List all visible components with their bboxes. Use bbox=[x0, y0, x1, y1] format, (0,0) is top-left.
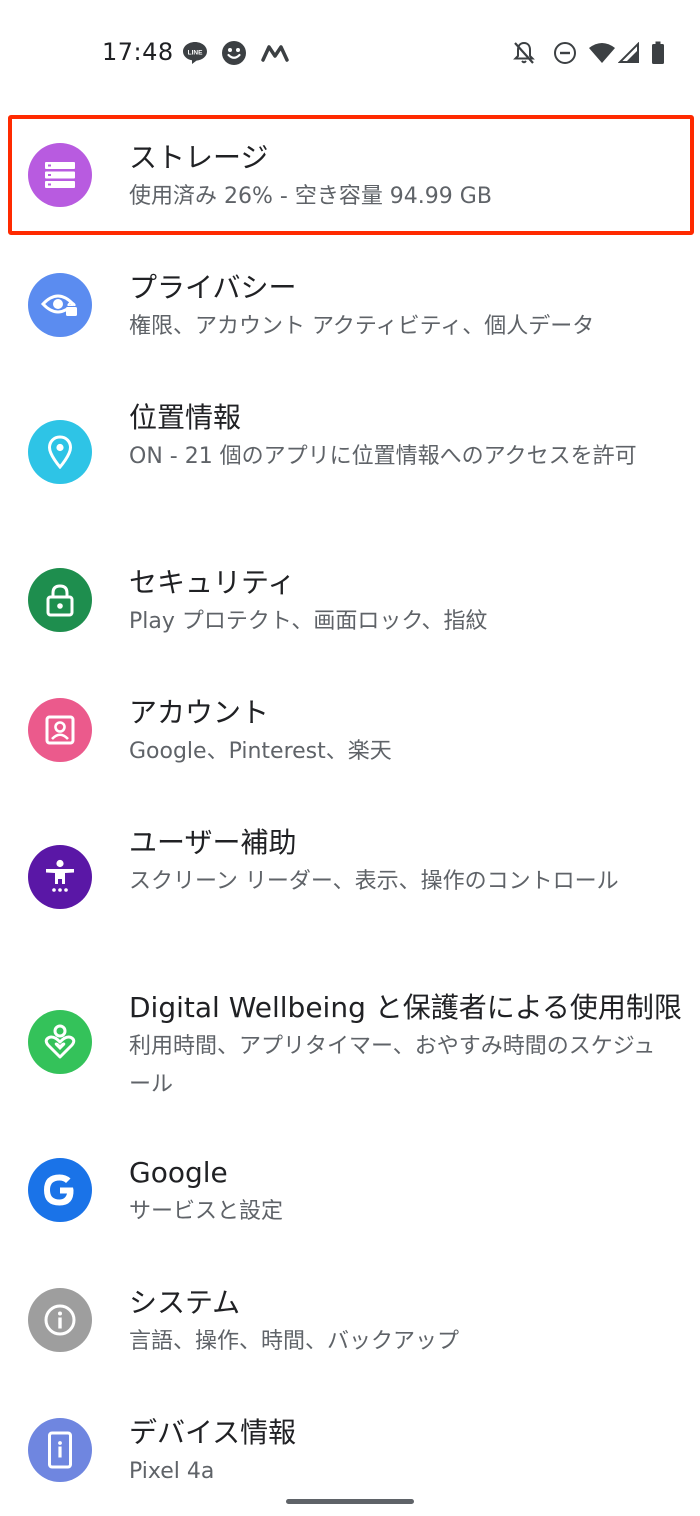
settings-item-text: セキュリティ Play プロテクト、画面ロック、指紋 bbox=[129, 565, 674, 641]
settings-item-subtitle: ON - 21 個のアプリに位置情報へのアクセスを許可 bbox=[129, 444, 637, 469]
lock-icon bbox=[28, 568, 92, 632]
settings-item-title: Google bbox=[129, 1156, 228, 1189]
m-app-icon bbox=[260, 38, 290, 68]
info-icon bbox=[28, 1288, 92, 1352]
settings-item-text: アカウント Google、Pinterest、楽天 bbox=[129, 695, 674, 771]
settings-item-text: システム 言語、操作、時間、バックアップ bbox=[129, 1285, 674, 1361]
settings-item-subtitle: Pixel 4a bbox=[129, 1459, 215, 1484]
settings-item-title: Digital Wellbeing と保護者による使用制限 bbox=[129, 991, 682, 1024]
storage-icon bbox=[28, 143, 92, 207]
settings-item-privacy[interactable]: プライバシー 権限、アカウント アクティビティ、個人データ bbox=[0, 260, 700, 356]
smiley-icon bbox=[219, 38, 249, 68]
settings-item-title: 位置情報 bbox=[129, 401, 242, 434]
settings-item-subtitle: Play プロテクト、画面ロック、指紋 bbox=[129, 609, 488, 634]
settings-item-text: ストレージ 使用済み 26% - 空き容量 94.99 GB bbox=[129, 140, 674, 216]
settings-item-text: Google サービスと設定 bbox=[129, 1155, 674, 1231]
settings-item-security[interactable]: セキュリティ Play プロテクト、画面ロック、指紋 bbox=[0, 555, 700, 651]
settings-item-title: システム bbox=[129, 1286, 241, 1319]
settings-item-text: Digital Wellbeing と保護者による使用制限 利用時間、アプリタイ… bbox=[129, 990, 682, 1104]
settings-item-text: プライバシー 権限、アカウント アクティビティ、個人データ bbox=[129, 270, 674, 346]
wifi-icon bbox=[587, 38, 617, 68]
settings-item-subtitle: スクリーン リーダー、表示、操作のコントロール bbox=[129, 869, 619, 894]
settings-item-about-phone[interactable]: デバイス情報 Pixel 4a bbox=[0, 1405, 700, 1501]
do-not-disturb-icon bbox=[551, 38, 579, 68]
settings-item-accessibility[interactable]: ユーザー補助 スクリーン リーダー、表示、操作のコントロール bbox=[0, 815, 700, 945]
settings-item-subtitle: サービスと設定 bbox=[129, 1199, 284, 1224]
settings-item-subtitle: 使用済み 26% - 空き容量 94.99 GB bbox=[129, 184, 492, 209]
settings-item-title: ストレージ bbox=[129, 141, 269, 174]
settings-item-title: デバイス情報 bbox=[129, 1416, 297, 1449]
svg-text:LINE: LINE bbox=[188, 50, 203, 57]
privacy-eye-icon bbox=[28, 273, 92, 337]
settings-item-system[interactable]: システム 言語、操作、時間、バックアップ bbox=[0, 1275, 700, 1371]
accessibility-icon bbox=[28, 845, 92, 909]
settings-item-subtitle: 権限、アカウント アクティビティ、個人データ bbox=[129, 314, 595, 339]
settings-item-accounts[interactable]: アカウント Google、Pinterest、楽天 bbox=[0, 685, 700, 781]
settings-item-location[interactable]: 位置情報 ON - 21 個のアプリに位置情報へのアクセスを許可 bbox=[0, 390, 700, 520]
settings-item-storage[interactable]: ストレージ 使用済み 26% - 空き容量 94.99 GB bbox=[0, 130, 700, 226]
location-pin-icon bbox=[28, 420, 92, 484]
settings-item-subtitle: Google、Pinterest、楽天 bbox=[129, 739, 392, 764]
google-g-icon bbox=[28, 1158, 92, 1222]
settings-item-text: ユーザー補助 スクリーン リーダー、表示、操作のコントロール bbox=[129, 825, 674, 901]
status-time: 17:48 bbox=[102, 38, 174, 66]
settings-item-title: プライバシー bbox=[129, 271, 297, 304]
settings-item-title: ユーザー補助 bbox=[129, 826, 297, 859]
line-icon: LINE bbox=[180, 38, 210, 68]
cellular-signal-icon bbox=[617, 38, 641, 68]
settings-item-subtitle: 言語、操作、時間、バックアップ bbox=[129, 1329, 460, 1354]
phone-info-icon bbox=[28, 1418, 92, 1482]
settings-item-title: セキュリティ bbox=[129, 566, 296, 599]
settings-item-google[interactable]: Google サービスと設定 bbox=[0, 1145, 700, 1241]
notifications-off-icon bbox=[510, 38, 538, 68]
settings-item-subtitle: 利用時間、アプリタイマー、おやすみ時間のスケジュール bbox=[129, 1034, 656, 1097]
status-bar: 17:48 LINE bbox=[0, 0, 700, 108]
battery-icon bbox=[648, 38, 668, 68]
account-icon bbox=[28, 698, 92, 762]
wellbeing-heart-icon bbox=[28, 1010, 92, 1074]
settings-item-title: アカウント bbox=[129, 696, 270, 729]
settings-item-text: 位置情報 ON - 21 個のアプリに位置情報へのアクセスを許可 bbox=[129, 400, 674, 476]
settings-item-wellbeing[interactable]: Digital Wellbeing と保護者による使用制限 利用時間、アプリタイ… bbox=[0, 980, 700, 1110]
settings-item-text: デバイス情報 Pixel 4a bbox=[129, 1415, 674, 1491]
gesture-nav-handle[interactable] bbox=[286, 1499, 414, 1504]
